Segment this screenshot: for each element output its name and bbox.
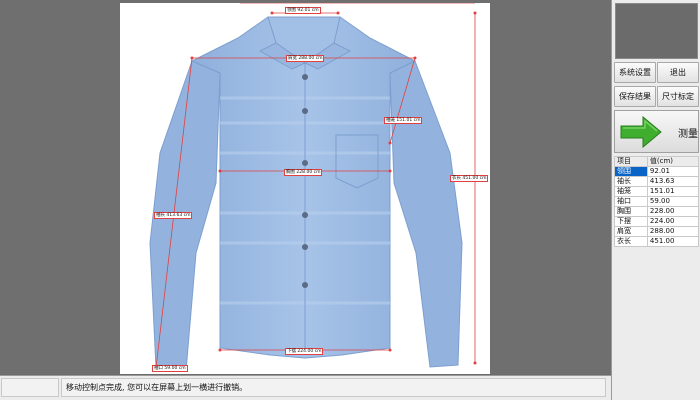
calibrate-button[interactable]: 尺寸标定: [657, 86, 699, 107]
table-row[interactable]: 袖笼 151.01: [614, 186, 700, 197]
row-value: 92.01: [646, 166, 700, 177]
settings-button[interactable]: 系统设置: [614, 62, 656, 83]
cuff-measure-label[interactable]: 袖口 59.00 cm: [152, 365, 188, 372]
measure-button-label: 测量: [678, 129, 698, 140]
sleeve-measure-label[interactable]: 袖长 413.63 cm: [154, 212, 193, 219]
chest-measure-label[interactable]: 胸围 228.00 cm: [284, 169, 323, 176]
hem-measure-label[interactable]: 下摆 224.00 cm: [285, 348, 324, 355]
workspace-canvas[interactable]: 领围 92.01 cm 肩宽 288.00 cm 袖笼 151.01 cm 胸围…: [0, 0, 611, 374]
results-table: 项目 值(cm) 领围 92.01 袖长 413.63 袖笼 151.01 袖口…: [614, 156, 700, 247]
table-row[interactable]: 袖口 59.00: [614, 196, 700, 207]
header-item: 项目: [614, 156, 648, 167]
save-results-button[interactable]: 保存结果: [614, 86, 656, 107]
results-header-row: 项目 值(cm): [614, 156, 700, 167]
table-row[interactable]: 衣长 451.00: [614, 236, 700, 247]
row-name: 领围: [614, 166, 648, 177]
row-value: 451.00: [646, 236, 700, 247]
row-value: 413.63: [646, 176, 700, 187]
row-name: 肩宽: [614, 226, 648, 237]
row-name: 袖长: [614, 176, 648, 187]
measure-button[interactable]: 测量: [614, 110, 699, 153]
row-value: 224.00: [646, 216, 700, 227]
status-cell-empty: [1, 378, 59, 397]
length-measure-label[interactable]: 衣长 451.00 cm: [450, 175, 489, 182]
status-message: 移动控制点完成, 您可以在屏幕上划一横进行撤销。: [61, 378, 606, 397]
row-name: 袖笼: [614, 186, 648, 197]
table-row[interactable]: 领围 92.01: [614, 166, 700, 177]
shoulder-measure-label[interactable]: 肩宽 288.00 cm: [286, 55, 325, 62]
table-row[interactable]: 袖长 413.63: [614, 176, 700, 187]
exit-button[interactable]: 退出: [657, 62, 699, 83]
armhole-measure-label[interactable]: 袖笼 151.01 cm: [384, 117, 423, 124]
row-value: 228.00: [646, 206, 700, 217]
row-value: 59.00: [646, 196, 700, 207]
row-name: 胸围: [614, 206, 648, 217]
row-value: 288.00: [646, 226, 700, 237]
table-row[interactable]: 下摆 224.00: [614, 216, 700, 227]
row-name: 衣长: [614, 236, 648, 247]
header-value: 值(cm): [646, 156, 700, 167]
status-bar: 移动控制点完成, 您可以在屏幕上划一横进行撤销。: [0, 375, 611, 400]
shirt-photo[interactable]: 领围 92.01 cm 肩宽 288.00 cm 袖笼 151.01 cm 胸围…: [120, 3, 490, 374]
row-name: 下摆: [614, 216, 648, 227]
collar-measure-label[interactable]: 领围 92.01 cm: [285, 7, 321, 14]
row-name: 袖口: [614, 196, 648, 207]
table-row[interactable]: 肩宽 288.00: [614, 226, 700, 237]
preview-thumbnail: [615, 3, 698, 59]
control-panel: 系统设置 退出 保存结果 尺寸标定 测量 项目 值(cm) 领围 92.01 袖…: [611, 0, 700, 400]
row-value: 151.01: [646, 186, 700, 197]
table-row[interactable]: 胸围 228.00: [614, 206, 700, 217]
green-arrow-right-icon: [620, 115, 662, 149]
